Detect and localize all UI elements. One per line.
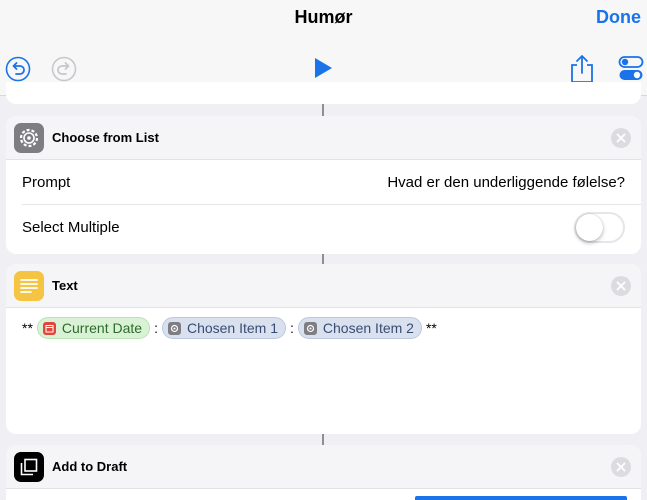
chosen-item-1-variable[interactable]: Chosen Item 1 (161, 317, 287, 339)
current-date-variable[interactable]: Current Date (36, 317, 151, 339)
action-header[interactable]: Choose from List (6, 116, 641, 160)
undo-icon[interactable] (5, 56, 31, 82)
prompt-value[interactable]: Hvad er den underliggende følelse? (387, 160, 625, 205)
select-multiple-row: Select Multiple (22, 205, 641, 250)
text-suffix: ** (425, 320, 437, 336)
close-icon[interactable] (611, 276, 631, 296)
separator: : (154, 320, 158, 336)
text-action: Text ** Current Date : Chosen Item 1: C… (6, 264, 641, 434)
share-icon[interactable] (569, 54, 595, 84)
calendar-icon (42, 321, 56, 335)
prompt-row[interactable]: Prompt Hvad er den underliggende følelse… (22, 160, 641, 205)
toggle-knob (576, 214, 603, 241)
token-label: Chosen Item 1 (186, 320, 279, 336)
play-icon[interactable] (312, 57, 334, 79)
action-title: Choose from List (52, 130, 159, 145)
chosen-item-2-variable[interactable]: Chosen Item 2 (297, 317, 422, 339)
gear-icon (303, 321, 317, 335)
drafts-icon (14, 452, 44, 482)
text-field[interactable]: ** Current Date : Chosen Item 1 : Chosen… (6, 308, 641, 432)
gear-icon (14, 123, 44, 153)
action-connector (322, 104, 324, 116)
draft-picker-field[interactable] (415, 496, 627, 500)
close-icon[interactable] (611, 128, 631, 148)
workflow-title: Humør (294, 7, 353, 27)
prompt-label: Prompt (22, 174, 71, 191)
select-multiple-toggle[interactable] (574, 212, 625, 243)
action-title: Add to Draft (52, 459, 128, 474)
token-label: Current Date (61, 320, 143, 336)
text-prefix: ** (22, 320, 33, 336)
action-header[interactable]: Text (6, 264, 641, 308)
choose-from-list-action: Choose from List Prompt Hvad er den unde… (6, 116, 641, 254)
gear-icon (167, 321, 181, 335)
text-lines-icon (14, 271, 44, 301)
text-content: ** Current Date : Chosen Item 1 : Chosen… (22, 317, 625, 339)
separator: : (290, 320, 294, 336)
action-header[interactable]: Add to Draft (6, 445, 641, 489)
select-multiple-label: Select Multiple (22, 219, 120, 236)
action-title: Text (52, 278, 78, 293)
done-button[interactable]: Done (596, 6, 641, 28)
token-label: Chosen Item 2 (322, 320, 414, 336)
action-connector (322, 434, 324, 445)
close-icon[interactable] (611, 457, 631, 477)
add-to-draft-action: Add to Draft (6, 445, 641, 500)
settings-toggle-icon[interactable] (618, 55, 644, 83)
previous-action-block (6, 82, 641, 104)
action-connector (322, 254, 324, 264)
redo-icon[interactable] (51, 56, 77, 82)
